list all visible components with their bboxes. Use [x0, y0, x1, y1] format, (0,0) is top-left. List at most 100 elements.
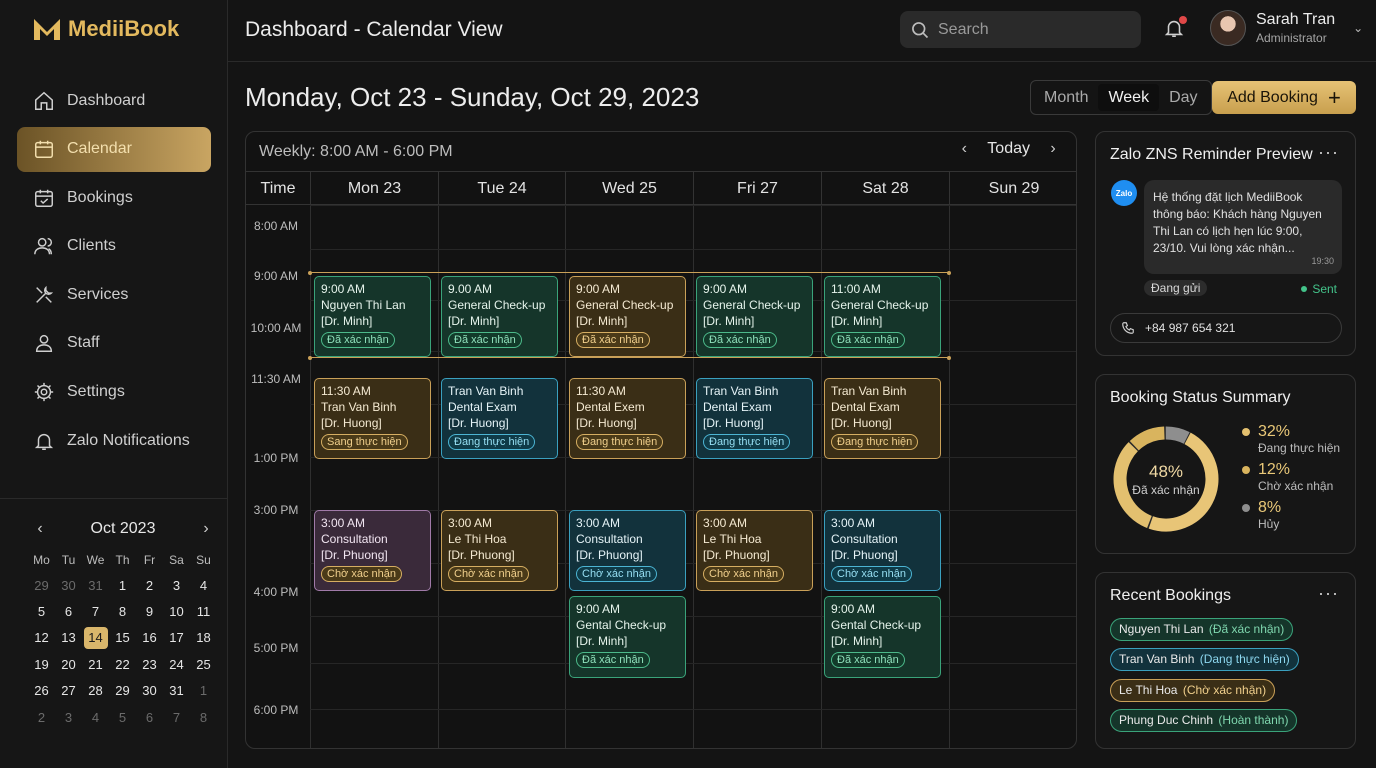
mini-calendar-day[interactable]: 9: [136, 598, 163, 624]
mini-calendar-day[interactable]: 15: [109, 625, 136, 651]
view-day-button[interactable]: Day: [1159, 84, 1207, 111]
sidebar-item-dashboard[interactable]: Dashboard: [17, 78, 211, 123]
mini-calendar-day[interactable]: 29: [28, 572, 55, 598]
event-card[interactable]: 3:00 AM Le Thi Hoa [Dr. Phuong] Chờ xác nhậ…: [696, 510, 813, 591]
day-column-header[interactable]: Fri 27: [693, 172, 821, 205]
day-number: 6: [64, 604, 73, 620]
zalo-phone-field[interactable]: +84 987 654 321: [1110, 313, 1342, 343]
mini-calendar-next-button[interactable]: ›: [194, 520, 218, 538]
time-label: 8:00 AM: [253, 219, 299, 233]
event-card[interactable]: 3:00 AM Le Thi Hoa [Dr. Phuong] Chờ xác nhậ…: [441, 510, 558, 591]
mini-calendar-day[interactable]: 6: [55, 598, 82, 624]
weekday-label: Tu: [61, 553, 76, 567]
event-card[interactable]: 3:00 AM Consultation [Dr. Phuong] Chờ xác n…: [314, 510, 431, 591]
user-menu[interactable]: Sarah Tran Administrator ⌄: [1210, 10, 1363, 46]
mini-calendar-day[interactable]: 30: [136, 678, 163, 704]
mini-calendar-day[interactable]: 18: [190, 625, 217, 651]
recent-booking-pill[interactable]: Le Thi Hoa (Chờ xác nhận): [1110, 678, 1276, 702]
mini-calendar-prev-button[interactable]: ‹: [28, 520, 52, 538]
event-card[interactable]: 9:00 AM Gental Check-up [Dr. Minh] Đã xác n…: [824, 596, 941, 678]
sidebar-item-zalo-notifications[interactable]: Zalo Notifications: [17, 418, 211, 463]
search-box[interactable]: [900, 11, 1141, 48]
mini-calendar-day[interactable]: 7: [163, 704, 190, 730]
mini-calendar-day[interactable]: 5: [28, 598, 55, 624]
day-column-header[interactable]: Mon 23: [310, 172, 438, 205]
mini-calendar-day[interactable]: 25: [190, 651, 217, 677]
mini-calendar-day[interactable]: 21: [82, 651, 109, 677]
view-week-button[interactable]: Week: [1098, 84, 1160, 111]
mini-calendar-day[interactable]: 3: [55, 704, 82, 730]
recent-booking-pill[interactable]: Nguyen Thi Lan (Đã xác nhận): [1110, 618, 1294, 641]
event-card[interactable]: 3:00 AM Consultation [Dr. Phuong] Chờ xác n…: [569, 510, 686, 591]
mini-calendar-day[interactable]: 17: [163, 625, 190, 651]
sidebar-item-clients[interactable]: Clients: [17, 224, 211, 269]
sidebar-item-staff[interactable]: Staff: [17, 321, 211, 366]
mini-calendar-day[interactable]: 16: [136, 625, 163, 651]
event-card[interactable]: 9.00 AM General Check-up [Dr. Minh] Đã xác …: [441, 276, 558, 357]
mini-calendar-day[interactable]: 31: [163, 678, 190, 704]
mini-calendar-day[interactable]: 10: [163, 598, 190, 624]
current-time-marker: [308, 355, 312, 360]
event-card[interactable]: 11:30 AM Dental Exem [Dr. Huong] Đang thực …: [569, 378, 686, 459]
calendar-prev-button[interactable]: ‹: [955, 140, 973, 158]
mini-calendar-day[interactable]: 29: [109, 678, 136, 704]
event-card[interactable]: Tran Van Binh Dental Exam [Dr. Huong] Đang …: [441, 378, 558, 459]
mini-calendar-day[interactable]: 22: [109, 651, 136, 677]
mini-calendar-day[interactable]: 27: [55, 678, 82, 704]
day-column-header[interactable]: Sat 28: [821, 172, 949, 205]
event-card[interactable]: 11:00 AM General Check-up [Dr. Minh] Đã xác…: [824, 276, 941, 357]
day-column-header[interactable]: Wed 25: [565, 172, 693, 205]
mini-calendar-day[interactable]: 28: [82, 678, 109, 704]
mini-calendar-day[interactable]: 8: [190, 704, 217, 730]
mini-calendar-day[interactable]: 5: [109, 704, 136, 730]
event-card[interactable]: 9:00 AM Nguyen Thi Lan [Dr. Minh] Đã xác nh…: [314, 276, 431, 357]
event-card[interactable]: 3:00 AM Consultation [Dr. Phuong] Chờ xác n…: [824, 510, 941, 591]
mini-calendar-day[interactable]: 13: [55, 625, 82, 651]
mini-calendar-day[interactable]: 2: [136, 572, 163, 598]
sidebar-item-settings[interactable]: Settings: [17, 370, 211, 415]
day-column-header[interactable]: Tue 24: [438, 172, 565, 205]
mini-calendar-day[interactable]: 1: [190, 678, 217, 704]
mini-calendar-day[interactable]: 3: [163, 572, 190, 598]
mini-calendar-day[interactable]: 31: [82, 572, 109, 598]
calendar-today-button[interactable]: Today: [987, 140, 1030, 158]
mini-calendar-day[interactable]: 26: [28, 678, 55, 704]
mini-calendar-day[interactable]: 2: [28, 704, 55, 730]
mini-calendar-day[interactable]: 12: [28, 625, 55, 651]
sidebar-item-bookings[interactable]: Bookings: [17, 175, 211, 220]
mini-calendar-day-today[interactable]: 14: [82, 625, 109, 651]
event-card[interactable]: Tran Van Binh Dental Exam [Dr. Huong] Đang …: [824, 378, 941, 459]
event-card[interactable]: 9:00 AM Gental Check-up [Dr. Minh] Đã xác n…: [569, 596, 686, 678]
legend-item: 8% Hủy: [1242, 499, 1340, 531]
event-card[interactable]: 11:30 AM Tran Van Binh [Dr. Huong] Sang thự…: [314, 378, 431, 459]
event-card[interactable]: 9:00 AM General Check-up [Dr. Minh] Đã xác …: [569, 276, 686, 357]
view-month-button[interactable]: Month: [1034, 84, 1098, 111]
mini-calendar-day[interactable]: 20: [55, 651, 82, 677]
add-booking-button[interactable]: Add Booking +: [1212, 81, 1356, 114]
recent-booking-pill[interactable]: Tran Van Binh (Dang thực hiện): [1110, 648, 1299, 672]
mini-calendar-day[interactable]: 23: [136, 651, 163, 677]
event-card[interactable]: Tran Van Binh Dental Exam [Dr. Huong] Đang …: [696, 378, 813, 459]
event-card[interactable]: 9:00 AM General Check-up [Dr. Minh] Đã xác …: [696, 276, 813, 357]
event-subtitle: Gental Check-up: [576, 618, 667, 632]
mini-calendar-day[interactable]: 1: [109, 572, 136, 598]
more-options-button[interactable]: ···: [1318, 583, 1339, 604]
mini-calendar-day[interactable]: 11: [190, 598, 217, 624]
app-logo[interactable]: MediiBook: [32, 16, 179, 42]
more-options-button[interactable]: ···: [1318, 142, 1339, 163]
day-column-header[interactable]: Sun 29: [949, 172, 1076, 205]
mini-calendar-day[interactable]: 7: [82, 598, 109, 624]
recent-booking-pill[interactable]: Phung Duc Chinh (Hoàn thành): [1110, 709, 1298, 733]
mini-calendar-day[interactable]: 19: [28, 651, 55, 677]
mini-calendar-day[interactable]: 8: [109, 598, 136, 624]
search-input[interactable]: [938, 20, 1128, 39]
mini-calendar-day[interactable]: 30: [55, 572, 82, 598]
mini-calendar-day[interactable]: 4: [82, 704, 109, 730]
sidebar-item-services[interactable]: Services: [17, 272, 211, 317]
mini-calendar-day[interactable]: 24: [163, 651, 190, 677]
mini-calendar-day[interactable]: 6: [136, 704, 163, 730]
calendar-next-button[interactable]: ›: [1044, 140, 1062, 158]
mini-calendar-day[interactable]: 4: [190, 572, 217, 598]
sidebar-item-calendar[interactable]: Calendar: [17, 126, 211, 172]
notifications-button[interactable]: [1163, 16, 1187, 42]
